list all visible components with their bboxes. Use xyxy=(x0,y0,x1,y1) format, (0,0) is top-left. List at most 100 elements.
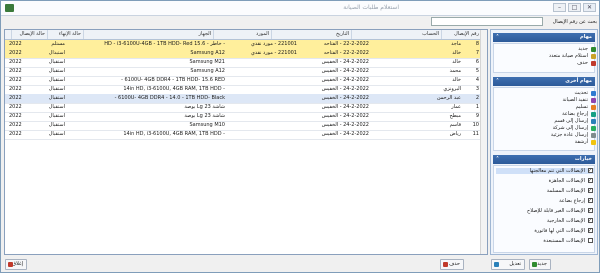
sidebar-item[interactable]: استلام صيانة متعدد xyxy=(498,53,597,60)
filter-option[interactable]: الإيصالات المستبعدة xyxy=(496,238,594,244)
checkbox[interactable]: ✓ xyxy=(588,178,593,184)
checkbox[interactable]: ✓ xyxy=(588,228,593,234)
delete-icon xyxy=(443,262,448,267)
maximize-button[interactable]: □ xyxy=(568,3,581,12)
options-header[interactable]: ˄ خيارات xyxy=(493,155,595,164)
new-button[interactable]: جديد xyxy=(529,259,551,270)
table-cell: 4 xyxy=(475,77,479,83)
table-cell: 10 xyxy=(472,122,479,128)
filter-option-label: الإيصالات الغير قابلة للإصلاح xyxy=(526,208,585,214)
column-header[interactable]: رقم الإيصال xyxy=(441,30,481,39)
sidebar-item[interactable]: أرشفة xyxy=(498,139,597,146)
table-cell: 2022 xyxy=(9,50,22,56)
table-cell: البرونزي xyxy=(443,86,461,92)
search-input[interactable] xyxy=(431,17,543,26)
filter-option-label: الإيصالات الخارجية xyxy=(547,218,585,224)
table-row[interactable]: 11 رياض 24-2-2022 - الخفيس - 14in HD, i3-61… xyxy=(5,130,487,140)
table-cell: 221001 - مورد نقدي xyxy=(250,41,297,47)
checkbox[interactable]: ✓ xyxy=(588,188,593,194)
column-header[interactable]: المورد xyxy=(213,30,271,39)
table-cell: 3 xyxy=(475,86,479,92)
table-cell: قاسم xyxy=(449,122,461,128)
send-dept-icon xyxy=(591,119,596,124)
table-cell: استقبال xyxy=(48,122,65,128)
grid-header: رقم الإيصال الحساب التاريخ المورد الجهاز حالة… xyxy=(5,30,487,40)
delete-button[interactable]: حذف xyxy=(440,259,464,270)
table-cell: 24-2-2022 - الخفيس xyxy=(321,104,369,110)
sidebar-item[interactable]: تنفيذ الصيانة xyxy=(498,97,597,104)
sidebar-item[interactable]: تحديث xyxy=(498,90,597,97)
table-cell: 22-2-2022 - الفتاحه xyxy=(323,41,369,47)
table-cell xyxy=(227,85,299,94)
filter-option[interactable]: ✓ الإيصالات الجاهزة xyxy=(496,178,594,184)
checkbox[interactable]: ✓ xyxy=(588,198,593,204)
table-cell: استقبال xyxy=(48,86,65,92)
table-cell: 2022 xyxy=(9,41,22,47)
sidebar-item[interactable]: جديد xyxy=(498,46,597,53)
sidebar-item-label: تحديث xyxy=(574,90,588,96)
table-cell: استقبال xyxy=(48,113,65,119)
sidebar-item[interactable]: إرسال عادة جزئية xyxy=(498,132,597,139)
table-cell: استقبال xyxy=(48,131,65,137)
receipts-grid: رقم الإيصال الحساب التاريخ المورد الجهاز حالة… xyxy=(4,29,488,255)
table-cell xyxy=(227,121,299,130)
table-cell xyxy=(227,112,299,121)
filter-option[interactable]: ✓ الإيصالات التي تتم معالجتها xyxy=(496,168,594,174)
table-cell: ماجد xyxy=(451,41,461,47)
checkbox[interactable] xyxy=(588,238,593,243)
table-cell: استقبال xyxy=(48,104,65,110)
tasks-header[interactable]: ˄ مهام xyxy=(493,33,595,42)
checkbox[interactable]: ✓ xyxy=(588,208,593,214)
column-header[interactable]: حالة الإيصال xyxy=(11,30,47,39)
sidebar-item-label: تسليم xyxy=(575,104,588,110)
table-cell xyxy=(227,130,299,139)
close-form-button[interactable]: إغلاق xyxy=(5,259,27,270)
sidebar-item-label: استلام صيانة متعدد xyxy=(548,53,588,59)
edit-button[interactable]: تعديل xyxy=(491,259,525,270)
column-header[interactable]: حالة الإنهاء xyxy=(47,30,83,39)
filter-option[interactable]: ✓ إرجاع بضاعة xyxy=(496,198,594,204)
filter-option-label: الإيصالات التي تتم معالجتها xyxy=(529,168,585,174)
table-cell: 2022 xyxy=(9,95,22,101)
window-controls: – □ ✕ xyxy=(553,3,596,12)
table-cell: مستلم xyxy=(51,41,65,47)
filter-option-label: إرجاع بضاعة xyxy=(559,198,585,204)
filter-option[interactable]: ✓ الإيصالات التي لها فاتورة xyxy=(496,228,594,234)
table-cell: استقبال xyxy=(48,68,65,74)
send-company-icon xyxy=(591,126,596,131)
app-icon xyxy=(5,4,14,12)
table-cell: 2022 xyxy=(9,77,22,83)
execute-icon xyxy=(591,98,596,103)
vertical-scrollbar[interactable] xyxy=(480,30,487,254)
table-cell: 2022 xyxy=(9,104,22,110)
filter-option[interactable]: ✓ الإيصالات الغير قابلة للإصلاح xyxy=(496,208,594,214)
table-cell: 1 xyxy=(475,104,479,110)
edit-icon xyxy=(494,262,499,267)
table-cell: 24-2-2022 - الخفيس xyxy=(321,95,369,101)
column-header[interactable]: الحساب xyxy=(351,30,441,39)
column-header[interactable]: الجهاز xyxy=(83,30,213,39)
sidebar-item[interactable]: حذف xyxy=(498,60,597,67)
sidebar-item[interactable]: إرجاع بضاعة xyxy=(498,111,597,118)
table-cell xyxy=(227,76,299,85)
bottom-toolbar: إغلاق حذف تعديل جديد xyxy=(1,257,599,273)
filter-option-label: الإيصالات الجاهزة xyxy=(548,178,585,184)
other-tasks-header[interactable]: ˄ مهام أخرى xyxy=(493,77,595,86)
filter-option[interactable]: ✓ الإيصالات الخارجية xyxy=(496,218,594,224)
minimize-button[interactable]: – xyxy=(553,3,566,12)
window-title: استعلام طلبات الصيانة xyxy=(343,4,399,11)
column-header[interactable]: التاريخ xyxy=(271,30,351,39)
filter-option[interactable]: ✓ الإيصالات المسلمة xyxy=(496,188,594,194)
sidebar-item[interactable]: إرسال إلى شركة xyxy=(498,125,597,132)
sidebar-item[interactable]: إرسال إلى قسم xyxy=(498,118,597,125)
checkbox[interactable]: ✓ xyxy=(588,168,593,174)
checkbox[interactable]: ✓ xyxy=(588,218,593,224)
table-cell: 6 xyxy=(475,59,479,65)
table-cell xyxy=(227,67,299,76)
table-cell: 2022 xyxy=(9,86,22,92)
delete-icon xyxy=(591,61,596,66)
sidebar-item[interactable]: تسليم xyxy=(498,104,597,111)
sidebar-item-label: حذف xyxy=(577,60,588,66)
table-cell: 2022 xyxy=(9,122,22,128)
close-button[interactable]: ✕ xyxy=(583,3,596,12)
